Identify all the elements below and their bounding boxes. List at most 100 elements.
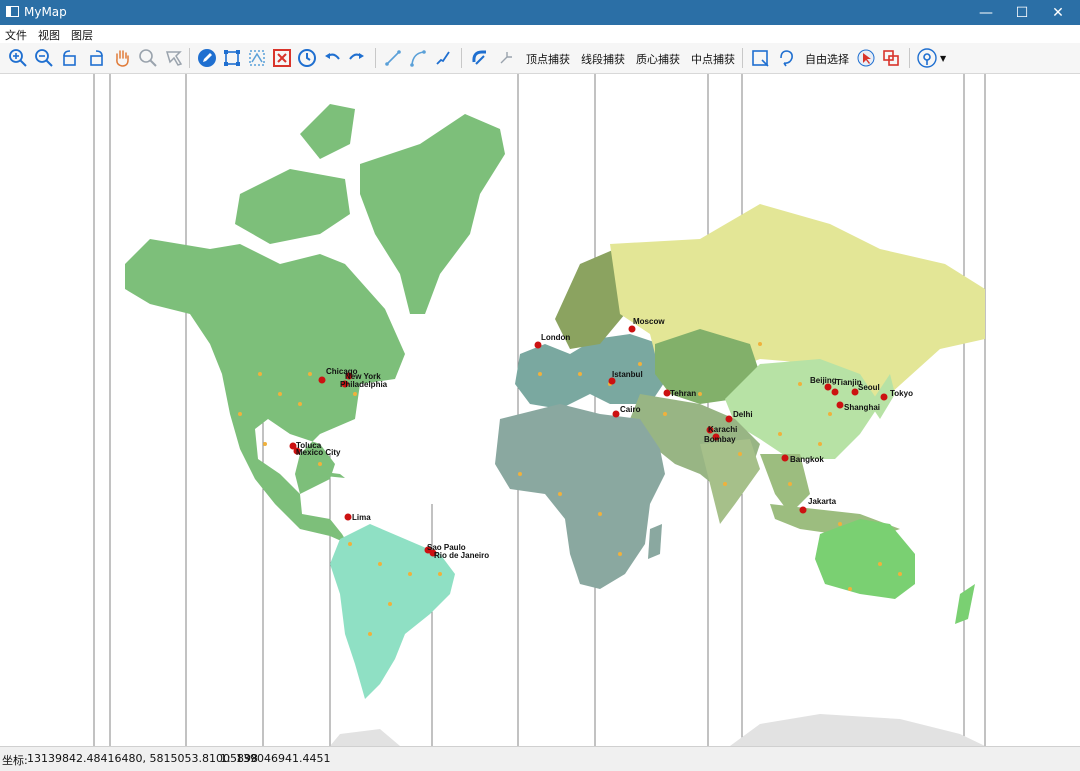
centroid-snap-button[interactable]: 质心捕获 <box>636 49 680 69</box>
segment-snap-button[interactable]: 线段捕获 <box>581 49 625 69</box>
toolbar-separator <box>375 48 376 68</box>
clear-selection-icon <box>273 49 291 67</box>
city-dot <box>612 410 620 418</box>
snap-target-icon <box>500 52 512 64</box>
zoom-out-icon <box>35 49 53 67</box>
window-title: MyMap <box>24 5 67 19</box>
redo-icon <box>349 53 364 60</box>
menu-view[interactable]: 视图 <box>38 27 60 43</box>
select-feature-icon <box>249 50 265 66</box>
draw-line-button[interactable] <box>383 48 403 68</box>
hand-icon <box>116 50 129 67</box>
zoom-in-icon <box>9 49 27 67</box>
map-canvas[interactable]: Chicago New York Philadelphia Toluca Mex… <box>0 74 1080 746</box>
city-label: Bangkok <box>790 455 824 464</box>
city-label: Cairo <box>620 405 641 414</box>
city-label: London <box>541 333 570 342</box>
title-bar: MyMap — ☐ ✕ <box>0 0 1080 25</box>
city-dot <box>781 454 789 462</box>
city-label: Jakarta <box>808 497 837 506</box>
new-zealand[interactable] <box>955 584 975 624</box>
city-label: Rio de Janeiro <box>434 551 489 560</box>
cursor-info-icon <box>165 51 183 66</box>
city-label: Bombay <box>704 435 736 444</box>
city-label: Seoul <box>858 383 880 392</box>
arctic-islands[interactable] <box>235 169 350 244</box>
city-dot <box>799 506 807 514</box>
city-dot <box>880 393 888 401</box>
draw-freehand-button[interactable] <box>433 48 453 68</box>
curve-icon <box>410 50 426 67</box>
snap-settings-button[interactable] <box>496 48 516 68</box>
pan-button[interactable] <box>112 48 132 68</box>
pencil-icon <box>198 49 216 67</box>
transform-button[interactable] <box>881 48 901 68</box>
rotate-left-icon <box>63 50 76 66</box>
north-america[interactable] <box>125 239 405 544</box>
select-rect-button[interactable] <box>222 48 242 68</box>
draw-curve-button[interactable] <box>408 48 428 68</box>
zoom-selection-button[interactable] <box>138 48 158 68</box>
snap-toggle-button[interactable] <box>470 48 490 68</box>
clear-selection-button[interactable] <box>272 48 292 68</box>
select-feature-button[interactable] <box>247 48 267 68</box>
status-bar: 坐标: 13139842.48416480, 5815053.81005898 … <box>0 746 1080 771</box>
city-dot <box>534 341 542 349</box>
city-label: Mexico City <box>296 448 341 457</box>
city-dot <box>836 401 844 409</box>
rect-select-button[interactable] <box>750 48 770 68</box>
edit-button[interactable] <box>197 48 217 68</box>
dropdown-chevron-icon[interactable]: ▼ <box>940 48 946 68</box>
freehand-icon <box>436 51 450 65</box>
fixed-zoom-in-button[interactable] <box>60 48 80 68</box>
antarctica <box>730 714 985 746</box>
identify-button[interactable] <box>164 48 184 68</box>
city-label: Istanbul <box>612 370 643 379</box>
city-dot <box>831 388 839 396</box>
undo-icon <box>325 53 340 60</box>
india[interactable] <box>700 439 760 524</box>
zoom-in-button[interactable] <box>8 48 28 68</box>
city-dot <box>318 376 326 384</box>
toolbar-separator <box>909 48 910 68</box>
city-label: Tokyo <box>890 389 913 398</box>
fixed-zoom-out-button[interactable] <box>86 48 106 68</box>
vertex-snap-button[interactable]: 顶点捕获 <box>526 49 570 69</box>
australia[interactable] <box>815 519 915 599</box>
city-label: Philadelphia <box>340 380 388 389</box>
world-map[interactable]: Chicago New York Philadelphia Toluca Mex… <box>0 74 1080 746</box>
clock-icon <box>298 49 316 67</box>
midpoint-snap-button[interactable]: 中点捕获 <box>691 49 735 69</box>
maximize-button[interactable]: ☐ <box>1004 0 1040 25</box>
city-dot <box>725 415 733 423</box>
minimize-button[interactable]: — <box>968 0 1004 25</box>
menu-file[interactable]: 文件 <box>5 27 27 43</box>
toolbar-separator <box>461 48 462 68</box>
broadcast-icon <box>917 48 937 68</box>
history-button[interactable] <box>297 48 317 68</box>
zoom-out-button[interactable] <box>34 48 54 68</box>
pointer-icon <box>857 49 875 67</box>
app-icon <box>6 6 19 17</box>
pointer-select-button[interactable] <box>856 48 876 68</box>
africa[interactable] <box>495 404 665 589</box>
greenland[interactable] <box>360 114 505 314</box>
lasso-icon <box>780 50 793 67</box>
lasso-select-button[interactable] <box>776 48 796 68</box>
undo-button[interactable] <box>322 48 342 68</box>
madagascar[interactable] <box>648 524 662 559</box>
coordinate-label: 坐标: <box>2 754 28 767</box>
selection-rect-icon <box>224 50 240 66</box>
gps-button[interactable] <box>917 48 937 68</box>
city-label: Lima <box>352 513 371 522</box>
scale-label: 1: <box>220 752 231 765</box>
close-button[interactable]: ✕ <box>1040 0 1076 25</box>
menu-layer[interactable]: 图层 <box>71 27 93 43</box>
city-label: Moscow <box>633 317 665 326</box>
toolbar: 顶点捕获 线段捕获 质心捕获 中点捕获 自由选择 ▼ <box>0 43 1080 74</box>
city-label: Tehran <box>670 389 696 398</box>
ellesmere-island[interactable] <box>300 104 355 159</box>
rotate-right-icon <box>90 50 103 66</box>
redo-button[interactable] <box>347 48 367 68</box>
free-select-button[interactable]: 自由选择 <box>805 49 849 69</box>
